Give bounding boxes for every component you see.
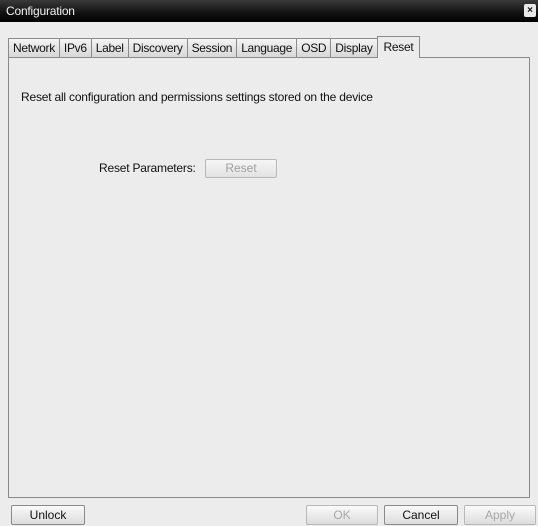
window-title: Configuration: [6, 4, 75, 18]
tab-ipv6[interactable]: IPv6: [58, 38, 92, 58]
ok-button[interactable]: OK: [306, 505, 378, 525]
tab-reset[interactable]: Reset: [376, 36, 421, 58]
reset-description: Reset all configuration and permissions …: [21, 90, 373, 104]
reset-button[interactable]: Reset: [205, 159, 277, 178]
tab-display[interactable]: Display: [330, 38, 378, 58]
tab-label[interactable]: Label: [90, 38, 129, 58]
title-bar: Configuration ×: [0, 0, 538, 22]
tab-osd[interactable]: OSD: [296, 38, 332, 58]
reset-parameters-label: Reset Parameters:: [99, 161, 196, 175]
tab-bar: Network IPv6 Label Discovery Session Lan…: [8, 36, 421, 58]
apply-button[interactable]: Apply: [464, 505, 536, 525]
cancel-button[interactable]: Cancel: [384, 505, 458, 525]
tab-discovery[interactable]: Discovery: [127, 38, 188, 58]
tab-network[interactable]: Network: [8, 38, 60, 58]
tab-session[interactable]: Session: [186, 38, 238, 58]
close-icon[interactable]: ×: [524, 4, 536, 17]
tab-language[interactable]: Language: [236, 38, 298, 58]
configuration-dialog: Configuration × Network IPv6 Label Disco…: [0, 0, 538, 526]
reset-panel: Reset all configuration and permissions …: [8, 57, 530, 498]
unlock-button[interactable]: Unlock: [11, 505, 85, 525]
